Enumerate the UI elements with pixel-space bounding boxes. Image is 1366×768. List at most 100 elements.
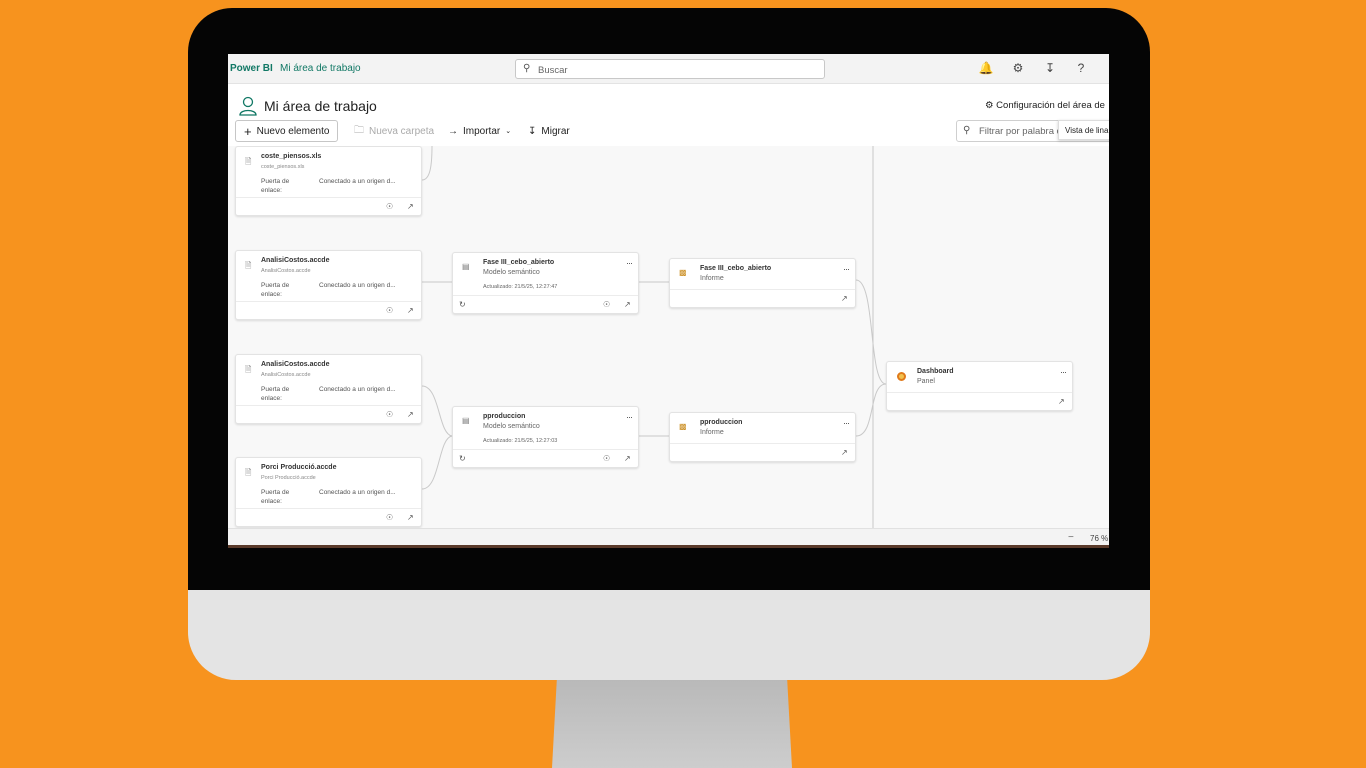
dashboard-card[interactable]: Dashboard Panel ··· ↗: [886, 361, 1073, 411]
lineage-link-icon[interactable]: ↗: [407, 513, 414, 522]
more-options-button[interactable]: ···: [843, 418, 850, 428]
refresh-globe-icon[interactable]: ☉: [603, 300, 610, 309]
new-item-label: Nuevo elemento: [256, 125, 330, 137]
more-options-button[interactable]: ···: [626, 258, 633, 268]
connection-status: Conectado a un origen d...: [319, 282, 396, 289]
more-options-button[interactable]: ···: [843, 264, 850, 274]
import-icon: →: [448, 125, 458, 137]
model-type: Modelo semántico: [483, 269, 540, 276]
page-title: Mi área de trabajo: [264, 98, 377, 114]
breadcrumb[interactable]: Mi área de trabajo: [280, 63, 361, 74]
lineage-link-icon[interactable]: ↗: [407, 202, 414, 211]
source-name: coste_piensos.xls: [261, 153, 322, 160]
zoom-out-button[interactable]: −: [1068, 532, 1074, 543]
app-window: Power BI Mi área de trabajo ⚲ Buscar 🔔 ⚙…: [228, 54, 1109, 548]
gateway-label: Puerta de enlace:: [261, 178, 290, 194]
refresh-globe-icon[interactable]: ☉: [386, 513, 393, 522]
source-name: Porci Producció.accde: [261, 464, 337, 471]
source-file: AnalisiCostos.accde: [261, 268, 311, 274]
file-icon: 🗎: [245, 261, 252, 270]
import-button[interactable]: → Importar ⌄: [448, 120, 511, 142]
card-footer: ☉ ↗: [236, 197, 421, 215]
workspace-settings-label: Configuración del área de: [996, 100, 1105, 111]
workspace-user-icon: [239, 96, 257, 116]
source-card[interactable]: 🗎 AnalisiCostos.accde AnalisiCostos.accd…: [235, 354, 422, 424]
report-type: Informe: [700, 275, 724, 282]
refresh-globe-icon[interactable]: ☉: [386, 202, 393, 211]
connection-status: Conectado a un origen d...: [319, 178, 396, 185]
dataset-icon: ▤: [462, 262, 470, 271]
zoom-level: 76 %: [1090, 534, 1109, 543]
report-name: pproduccion: [700, 419, 743, 426]
new-item-button[interactable]: + Nuevo elemento: [235, 120, 339, 142]
new-folder-button[interactable]: 🗀 Nueva carpeta: [354, 120, 434, 142]
refresh-icon[interactable]: ↻: [459, 300, 466, 309]
refresh-icon[interactable]: ↻: [459, 454, 466, 463]
model-type: Modelo semántico: [483, 423, 540, 430]
file-icon: 🗎: [245, 157, 252, 166]
semantic-model-card[interactable]: ▤ pproduccion Modelo semántico Actualiza…: [452, 406, 639, 468]
source-file: AnalisiCostos.accde: [261, 372, 311, 378]
chevron-down-icon: ⌄: [505, 128, 512, 135]
card-footer: ↻ ☉ ↗: [453, 449, 638, 467]
source-file: coste_piensos.xls: [261, 164, 305, 170]
file-icon: 🗎: [245, 365, 252, 374]
lineage-link-icon[interactable]: ↗: [624, 300, 631, 309]
card-footer: ↗: [887, 392, 1072, 410]
lineage-canvas[interactable]: 🗎 coste_piensos.xls coste_piensos.xls Pu…: [228, 146, 1109, 528]
file-icon: 🗎: [245, 468, 252, 477]
migrate-label: Migrar: [541, 125, 570, 137]
gateway-label: Puerta de enlace:: [261, 489, 290, 505]
plus-icon: +: [244, 123, 252, 139]
bell-icon[interactable]: 🔔: [978, 61, 994, 75]
card-footer: ☉ ↗: [236, 405, 421, 423]
model-name: pproduccion: [483, 413, 526, 420]
import-label: Importar: [463, 125, 501, 137]
dataset-icon: ▤: [462, 416, 470, 425]
lineage-link-icon[interactable]: ↗: [407, 410, 414, 419]
filter-placeholder: Filtrar por palabra c: [979, 126, 1062, 137]
lineage-link-icon[interactable]: ↗: [624, 454, 631, 463]
search-icon: ⚲: [963, 125, 971, 136]
search-placeholder: Buscar: [538, 65, 568, 76]
more-options-button[interactable]: ···: [1060, 367, 1067, 377]
workspace-settings-button[interactable]: ⚙ Configuración del área de: [985, 100, 1105, 111]
card-footer: ↻ ☉ ↗: [453, 295, 638, 313]
semantic-model-card[interactable]: ▤ Fase III_cebo_abierto Modelo semántico…: [452, 252, 639, 314]
status-bar: − 76 %: [228, 528, 1109, 545]
dashboard-type: Panel: [917, 378, 935, 385]
gear-icon[interactable]: ⚙: [1010, 61, 1026, 75]
gear-icon: ⚙: [985, 100, 994, 111]
card-footer: ☉ ↗: [236, 301, 421, 319]
card-footer: ↗: [670, 289, 855, 307]
report-card[interactable]: ▩ pproduccion Informe ··· ↗: [669, 412, 856, 462]
report-card[interactable]: ▩ Fase III_cebo_abierto Informe ··· ↗: [669, 258, 856, 308]
lineage-link-icon[interactable]: ↗: [841, 448, 848, 457]
refresh-globe-icon[interactable]: ☉: [386, 306, 393, 315]
app-brand[interactable]: Power BI: [230, 63, 273, 74]
folder-icon: 🗀: [354, 124, 364, 136]
refresh-globe-icon[interactable]: ☉: [603, 454, 610, 463]
download-icon[interactable]: ↧: [1042, 61, 1058, 75]
search-input[interactable]: ⚲ Buscar: [515, 59, 825, 79]
tooltip: Vista de lina: [1058, 120, 1109, 140]
source-name: AnalisiCostos.accde: [261, 257, 330, 264]
help-icon[interactable]: ?: [1073, 61, 1089, 75]
gateway-label: Puerta de enlace:: [261, 386, 290, 402]
new-folder-label: Nueva carpeta: [369, 125, 435, 137]
lineage-link-icon[interactable]: ↗: [841, 294, 848, 303]
source-card[interactable]: 🗎 AnalisiCostos.accde AnalisiCostos.accd…: [235, 250, 422, 320]
refresh-globe-icon[interactable]: ☉: [386, 410, 393, 419]
source-card[interactable]: 🗎 coste_piensos.xls coste_piensos.xls Pu…: [235, 146, 422, 216]
migrate-button[interactable]: ↧ Migrar: [528, 120, 570, 142]
report-icon: ▩: [679, 422, 687, 431]
monitor-chin: [188, 590, 1150, 680]
more-options-button[interactable]: ···: [626, 412, 633, 422]
connection-status: Conectado a un origen d...: [319, 386, 396, 393]
lineage-link-icon[interactable]: ↗: [1058, 397, 1065, 406]
source-file: Porci Producció.accde: [261, 475, 316, 481]
lineage-link-icon[interactable]: ↗: [407, 306, 414, 315]
source-card[interactable]: 🗎 Porci Producció.accde Porci Producció.…: [235, 457, 422, 527]
card-footer: ☉ ↗: [236, 508, 421, 526]
report-type: Informe: [700, 429, 724, 436]
